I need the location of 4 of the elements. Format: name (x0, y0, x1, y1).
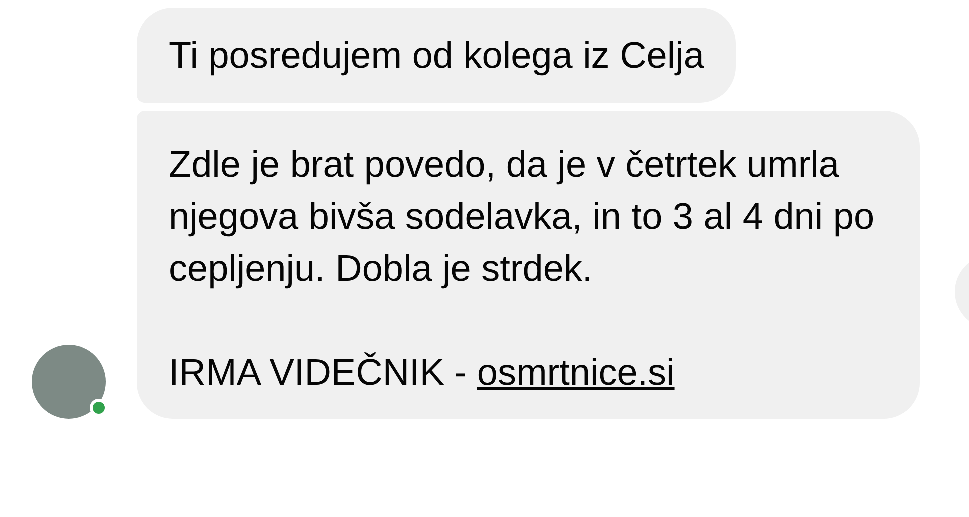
message-caption: IRMA VIDEČNIK - osmrtnice.si (169, 351, 676, 395)
message-bubble: Ti posredujem od kolega iz Celja (137, 8, 736, 103)
message-text: Zdle je brat povedo, da je v četrtek umrla njegova bivša sodelavka, in to 3 al 4 dni po cepljenju. Dobla je strdek. (169, 143, 876, 291)
link[interactable]: osmrtnice.si (477, 352, 675, 393)
